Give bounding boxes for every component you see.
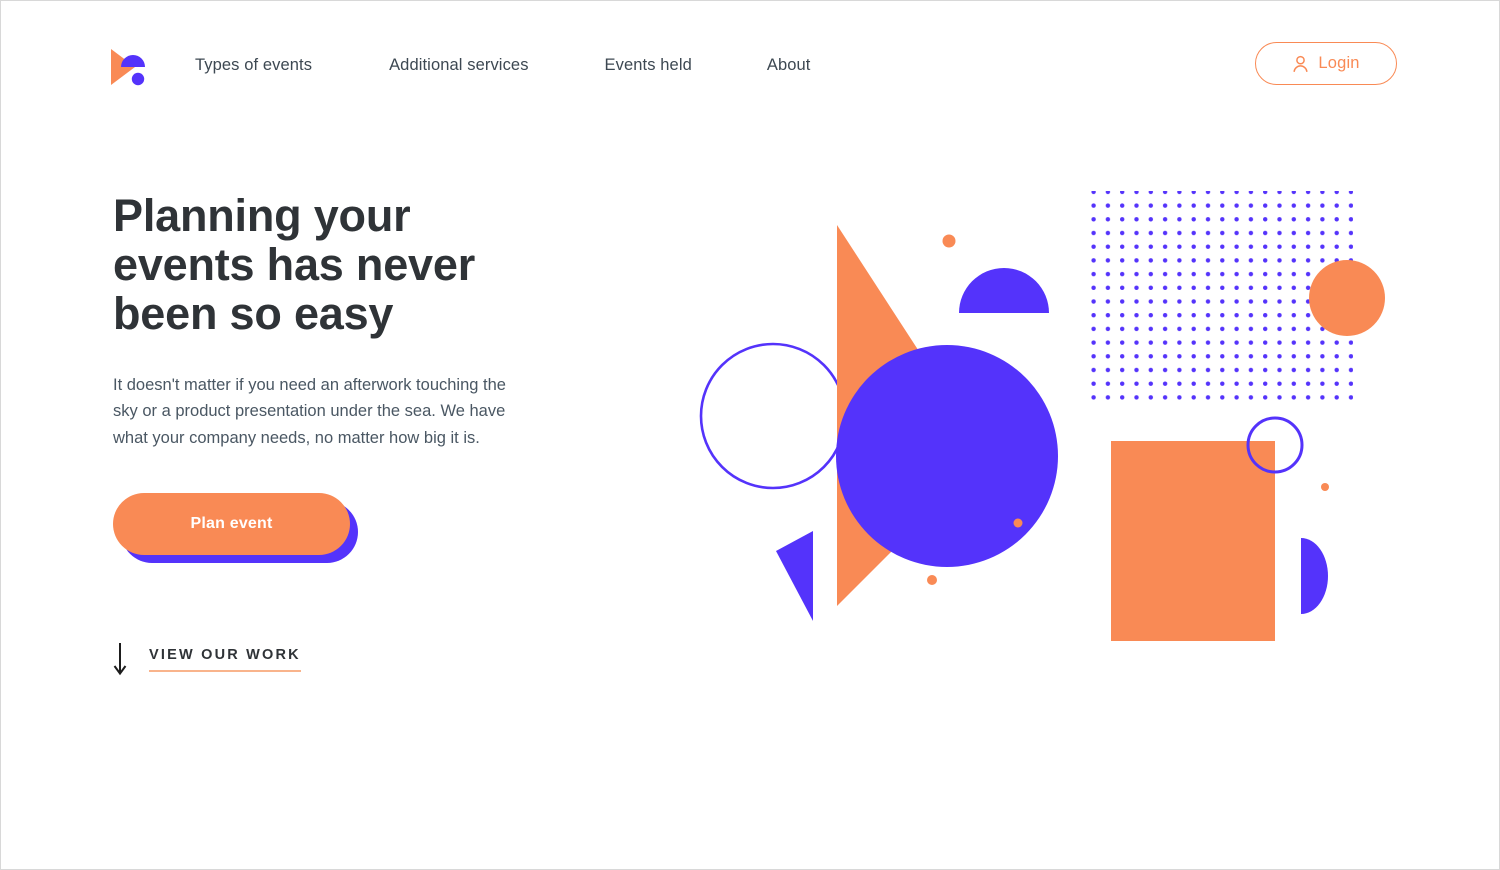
arrow-down-icon: [113, 643, 127, 676]
orange-dot-3: [927, 575, 937, 585]
main-nav: Types of events Additional services Even…: [195, 56, 811, 75]
nav-item-about[interactable]: About: [767, 56, 811, 75]
blue-triangle-left: [776, 531, 813, 621]
brand-logo[interactable]: [105, 43, 153, 89]
blue-dome-small: [959, 268, 1049, 313]
view-our-work-label: VIEW OUR WORK: [149, 647, 301, 672]
client-logos-strip: Google SIEMENS: [1, 749, 1499, 827]
plan-event-button-wrap: Plan event: [113, 492, 363, 565]
orange-dot-1: [942, 234, 956, 248]
orange-dot-2: [1013, 518, 1023, 528]
login-button-label: Login: [1318, 54, 1360, 72]
page-title: Planning your events has never been so e…: [113, 190, 476, 339]
hero-illustration: [691, 176, 1411, 656]
hero-description: It doesn't matter if you need an afterwo…: [113, 376, 506, 447]
view-our-work-link[interactable]: VIEW OUR WORK: [113, 642, 301, 676]
blue-circle-outline-large: [699, 342, 847, 490]
nav-item-types-of-events[interactable]: Types of events: [195, 56, 312, 75]
nav-item-additional-services[interactable]: Additional services: [389, 56, 528, 75]
orange-circle: [1309, 260, 1385, 336]
blue-circle-filled-large: [836, 345, 1058, 567]
orange-rectangle: [1111, 441, 1275, 641]
blue-half-circle-right: [1301, 538, 1328, 614]
hero-content: Planning your events has never been so e…: [113, 191, 543, 565]
user-icon: [1293, 55, 1308, 72]
nav-item-events-held[interactable]: Events held: [605, 56, 692, 75]
brand-logo-icon: [111, 49, 145, 86]
plan-event-button[interactable]: Plan event: [113, 492, 350, 555]
orange-dot-4: [1321, 483, 1329, 491]
site-header: Types of events Additional services Even…: [1, 1, 1499, 129]
hero-illustration-svg: [699, 191, 1385, 641]
login-button[interactable]: Login: [1255, 42, 1397, 85]
landing-page: Types of events Additional services Even…: [0, 0, 1500, 870]
